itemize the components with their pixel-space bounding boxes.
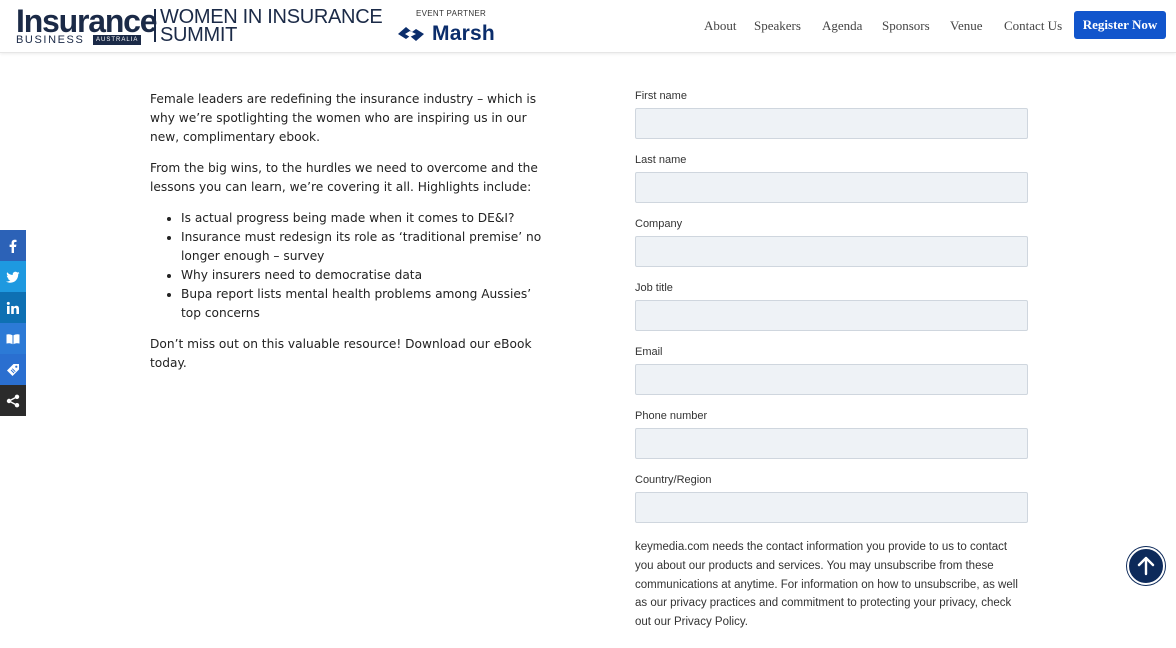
facebook-share-button[interactable] xyxy=(0,230,26,261)
linkedin-icon xyxy=(6,301,19,314)
nav-contact-us[interactable]: Contact Us xyxy=(1004,18,1062,34)
list-item: Bupa report lists mental health problems… xyxy=(181,285,542,323)
last-name-label: Last name xyxy=(635,154,687,166)
nav-venue[interactable]: Venue xyxy=(950,18,983,34)
intro-paragraph: Female leaders are redefining the insura… xyxy=(150,92,537,144)
share-icon xyxy=(6,394,20,407)
first-name-field[interactable] xyxy=(635,108,1028,139)
scroll-to-top-button[interactable] xyxy=(1127,547,1165,585)
lead-paragraph: From the big wins, to the hurdles we nee… xyxy=(150,161,538,194)
job-title-group: Job title xyxy=(635,282,1028,346)
email-group: Email xyxy=(635,346,1028,410)
register-now-button[interactable]: Register Now xyxy=(1074,11,1166,39)
list-item: Insurance must redesign its role as ‘tra… xyxy=(181,228,542,266)
phone-group: Phone number xyxy=(635,410,1028,474)
company-field[interactable] xyxy=(635,236,1028,267)
phone-field[interactable] xyxy=(635,428,1028,459)
linkedin-share-button[interactable] xyxy=(0,292,26,323)
summit-title[interactable]: WOMEN IN INSURANCE SUMMIT xyxy=(160,7,383,46)
logo-insurance-text: Insurance xyxy=(16,3,158,39)
country-region-field[interactable] xyxy=(635,492,1028,523)
first-name-group: First name xyxy=(635,90,1028,154)
logo-country-text: AUSTRALIA xyxy=(93,35,142,45)
twitter-share-button[interactable] xyxy=(0,261,26,292)
nav-sponsors[interactable]: Sponsors xyxy=(882,18,930,34)
share-button[interactable] xyxy=(0,385,26,416)
company-group: Company xyxy=(635,218,1028,282)
email-field[interactable] xyxy=(635,364,1028,395)
last-name-field[interactable] xyxy=(635,172,1028,203)
ebook-button[interactable] xyxy=(0,323,26,354)
email-label: Email xyxy=(635,346,663,358)
first-name-label: First name xyxy=(635,90,687,102)
phone-label: Phone number xyxy=(635,410,708,422)
download-form: First name Last name Company Job title E… xyxy=(635,90,1028,538)
privacy-disclaimer: keymedia.com needs the contact informati… xyxy=(635,541,1018,629)
logo-business-text: BUSINESS xyxy=(16,34,85,46)
cta-paragraph: Don’t miss out on this valuable resource… xyxy=(150,337,532,370)
country-label: Country/Region xyxy=(635,474,712,486)
marsh-logo-icon xyxy=(398,27,424,41)
facebook-icon xyxy=(9,239,17,253)
arrow-up-icon xyxy=(1137,556,1155,576)
tag-icon xyxy=(7,363,19,376)
nav-agenda[interactable]: Agenda xyxy=(822,18,862,34)
logo-divider xyxy=(154,9,156,42)
country-group: Country/Region xyxy=(635,474,1028,538)
nav-speakers[interactable]: Speakers xyxy=(754,18,801,34)
company-label: Company xyxy=(635,218,683,230)
marsh-logo[interactable]: Marsh xyxy=(396,22,495,46)
tag-button[interactable] xyxy=(0,354,26,385)
job-title-field[interactable] xyxy=(635,300,1028,331)
twitter-icon xyxy=(6,271,20,283)
last-name-group: Last name xyxy=(635,154,1028,218)
nav-about[interactable]: About xyxy=(704,18,737,34)
list-item: Is actual progress being made when it co… xyxy=(181,209,542,228)
ebook-description: Female leaders are redefining the insura… xyxy=(150,90,542,385)
marsh-logo-text: Marsh xyxy=(432,22,495,45)
site-header: Insurance BUSINESS AUSTRALIA WOMEN IN IN… xyxy=(0,0,1176,53)
book-icon xyxy=(6,333,20,344)
social-share-bar xyxy=(0,230,26,416)
event-partner-label: EVENT PARTNER xyxy=(416,9,487,18)
insurance-business-logo[interactable]: Insurance BUSINESS AUSTRALIA xyxy=(16,5,158,46)
highlights-list: Is actual progress being made when it co… xyxy=(181,209,542,323)
summit-title-line2: SUMMIT xyxy=(160,24,238,46)
job-title-label: Job title xyxy=(635,282,673,294)
list-item: Why insurers need to democratise data xyxy=(181,266,542,285)
